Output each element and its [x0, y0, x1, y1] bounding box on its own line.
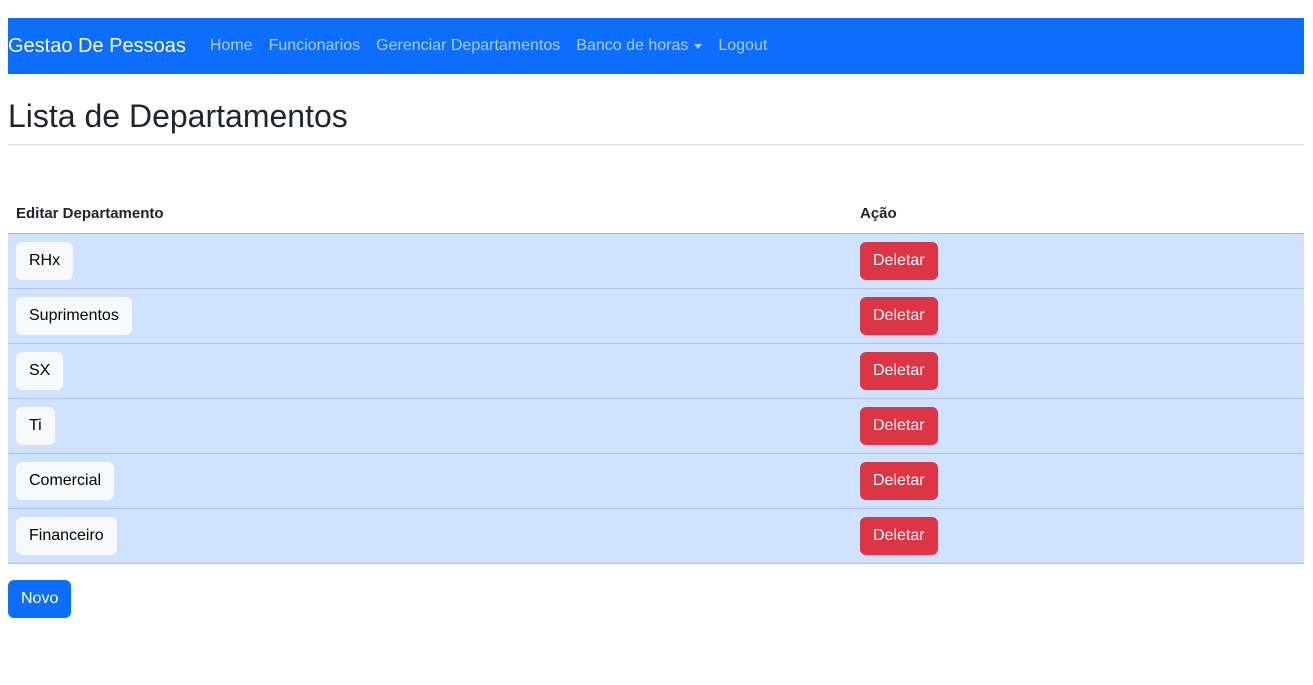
nav-link-home[interactable]: Home: [202, 37, 261, 55]
table-cell-name: Ti: [8, 398, 852, 454]
nav-link-logout[interactable]: Logout: [710, 37, 775, 55]
table-cell-action: Deletar: [852, 233, 1304, 289]
edit-department-button[interactable]: SX: [16, 351, 64, 390]
table-row: Comercial Deletar: [8, 453, 1304, 509]
delete-button[interactable]: Deletar: [860, 406, 938, 445]
header-acao: Ação: [852, 195, 1304, 234]
edit-department-button[interactable]: RHx: [16, 241, 74, 280]
departments-table: Editar Departamento Ação RHx Deletar Sup…: [8, 195, 1304, 564]
edit-department-button[interactable]: Ti: [16, 406, 55, 445]
table-row: SX Deletar: [8, 343, 1304, 399]
table-cell-action: Deletar: [852, 288, 1304, 344]
title-divider: [8, 144, 1304, 145]
caret-down-icon: [694, 43, 703, 49]
table-cell-action: Deletar: [852, 508, 1304, 564]
table-cell-name: SX: [8, 343, 852, 399]
table-header-row: Editar Departamento Ação: [8, 195, 1304, 234]
delete-button[interactable]: Deletar: [860, 516, 938, 555]
delete-button[interactable]: Deletar: [860, 241, 938, 280]
table-cell-name: Comercial: [8, 453, 852, 509]
header-editar-departamento: Editar Departamento: [8, 195, 852, 234]
nav-link-funcionarios[interactable]: Funcionarios: [261, 37, 369, 55]
table-row: Financeiro Deletar: [8, 508, 1304, 564]
delete-button[interactable]: Deletar: [860, 351, 938, 390]
nav-dropdown-banco-de-horas[interactable]: Banco de horas: [568, 37, 710, 55]
table-row: RHx Deletar: [8, 233, 1304, 289]
table-cell-name: RHx: [8, 233, 852, 289]
edit-department-button[interactable]: Suprimentos: [16, 296, 132, 335]
table-cell-action: Deletar: [852, 398, 1304, 454]
delete-button[interactable]: Deletar: [860, 461, 938, 500]
new-department-button[interactable]: Novo: [8, 580, 72, 618]
table-cell-name: Financeiro: [8, 508, 852, 564]
edit-department-button[interactable]: Comercial: [16, 461, 115, 500]
delete-button[interactable]: Deletar: [860, 296, 938, 335]
navbar: Gestao De Pessoas Home Funcionarios Gere…: [8, 18, 1304, 74]
table-cell-name: Suprimentos: [8, 288, 852, 344]
nav-dropdown-label: Banco de horas: [576, 37, 689, 54]
navbar-brand[interactable]: Gestao De Pessoas: [8, 35, 186, 58]
table-row: Suprimentos Deletar: [8, 288, 1304, 344]
table-cell-action: Deletar: [852, 343, 1304, 399]
page-title: Lista de Departamentos: [8, 98, 348, 134]
nav-links: Home Funcionarios Gerenciar Departamento…: [202, 37, 775, 55]
edit-department-button[interactable]: Financeiro: [16, 516, 117, 555]
table-row: Ti Deletar: [8, 398, 1304, 454]
table-cell-action: Deletar: [852, 453, 1304, 509]
nav-link-gerenciar-departamentos[interactable]: Gerenciar Departamentos: [368, 37, 568, 55]
